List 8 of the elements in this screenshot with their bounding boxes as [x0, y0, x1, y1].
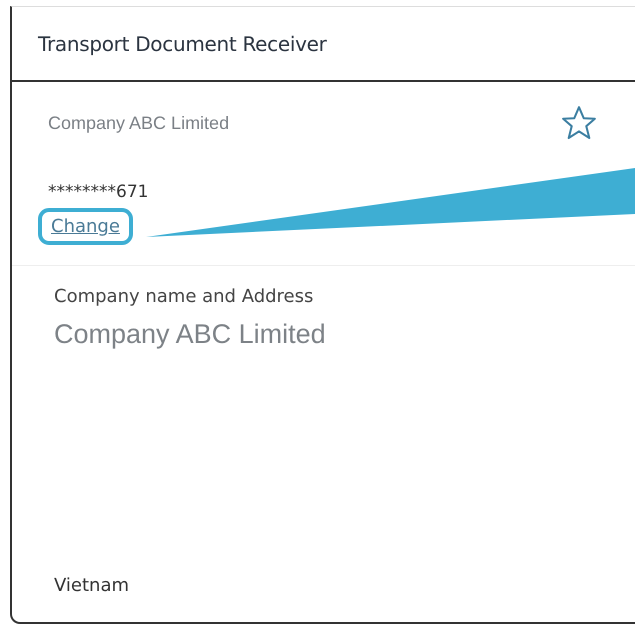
field-label: Company name and Address [54, 286, 314, 307]
star-icon[interactable] [559, 104, 599, 142]
company-name: Company ABC Limited [54, 319, 327, 350]
receiver-name: Company ABC Limited [48, 112, 230, 134]
panel-title: Transport Document Receiver [38, 32, 327, 56]
country-text: Vietnam [54, 575, 130, 596]
account-number: ********671 [48, 182, 150, 202]
change-link[interactable]: Change [38, 208, 133, 245]
